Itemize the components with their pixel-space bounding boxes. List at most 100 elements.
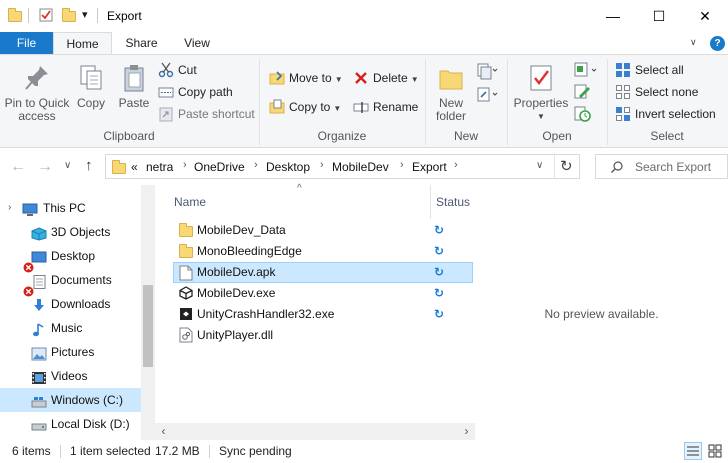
file-row[interactable]: MobileDev.exe ↻ bbox=[173, 283, 473, 304]
tab-view[interactable]: View bbox=[171, 32, 223, 55]
invert-selection-button[interactable]: Invert selection bbox=[615, 104, 716, 124]
forward-button[interactable]: → bbox=[37, 158, 53, 176]
new-folder-qat-icon[interactable] bbox=[62, 8, 76, 22]
nav-item-downloads[interactable]: Downloads bbox=[0, 292, 141, 316]
maximize-button[interactable]: ☐ bbox=[636, 0, 682, 32]
new-folder-button[interactable]: New folder bbox=[430, 59, 472, 123]
nav-label: This PC bbox=[43, 201, 86, 215]
address-dropdown-icon[interactable]: ∨ bbox=[536, 160, 543, 171]
file-name: MobileDev.apk bbox=[197, 265, 276, 279]
select-none-icon bbox=[615, 84, 631, 100]
paste-shortcut-button[interactable]: Paste shortcut bbox=[158, 104, 255, 124]
file-row[interactable]: UnityPlayer.dll bbox=[173, 325, 473, 346]
delete-button[interactable]: Delete ▼ bbox=[353, 68, 419, 88]
back-button[interactable]: ← bbox=[10, 158, 26, 176]
properties-button[interactable]: Properties ▼ bbox=[512, 59, 570, 123]
scroll-right-button[interactable]: › bbox=[458, 423, 475, 440]
breadcrumb-netra[interactable]: netra bbox=[146, 160, 173, 174]
nav-label: Music bbox=[51, 321, 83, 335]
tab-share[interactable]: Share bbox=[112, 32, 171, 55]
title-divider bbox=[97, 8, 98, 23]
copy-to-button[interactable]: Copy to ▼ bbox=[269, 97, 341, 117]
breadcrumb-separator[interactable]: › bbox=[320, 159, 324, 171]
tab-file[interactable]: File bbox=[0, 32, 53, 55]
nav-item-videos[interactable]: Videos bbox=[0, 364, 141, 388]
paste-button[interactable]: Paste bbox=[114, 59, 154, 110]
nav-pane-scrollbar[interactable] bbox=[141, 185, 155, 440]
open-icon[interactable] bbox=[573, 61, 599, 79]
file-row[interactable]: MonoBleedingEdge ↻ bbox=[173, 241, 473, 262]
refresh-icon[interactable]: ↻ bbox=[560, 157, 573, 175]
breadcrumb-desktop[interactable]: Desktop bbox=[266, 160, 310, 174]
breadcrumb-separator[interactable]: › bbox=[454, 159, 458, 171]
history-icon[interactable] bbox=[573, 105, 593, 123]
minimize-button[interactable]: — bbox=[590, 0, 636, 32]
new-folder-icon bbox=[437, 63, 465, 93]
easy-access-icon[interactable] bbox=[476, 85, 498, 105]
copy-path-button[interactable]: Copy path bbox=[158, 82, 233, 102]
address-bar[interactable]: « netra › OneDrive › Desktop › MobileDev… bbox=[105, 154, 580, 179]
file-row-selected[interactable]: MobileDev.apk ↻ bbox=[173, 262, 473, 283]
file-icon bbox=[179, 265, 193, 281]
scroll-left-button[interactable]: ‹ bbox=[155, 423, 172, 440]
copy-button[interactable]: Copy bbox=[72, 59, 110, 110]
large-icons-view-button[interactable] bbox=[706, 442, 724, 460]
qat-dropdown-icon[interactable]: ▾ bbox=[82, 8, 88, 21]
pin-label-line2: access bbox=[18, 109, 56, 123]
nav-item-this-pc[interactable]: › This PC bbox=[0, 196, 141, 220]
ribbon-expand-icon[interactable]: ∨ bbox=[690, 37, 697, 48]
nav-item-documents[interactable]: Documents bbox=[0, 268, 141, 297]
properties-qat-icon[interactable] bbox=[39, 8, 53, 22]
nav-scrollbar-thumb[interactable] bbox=[143, 285, 153, 367]
close-button[interactable]: ✕ bbox=[682, 0, 728, 32]
nav-label: Local Disk (D:) bbox=[51, 417, 130, 431]
breadcrumb-separator[interactable]: › bbox=[400, 159, 404, 171]
copy-to-dropdown-icon: ▼ bbox=[333, 104, 342, 113]
file-row[interactable]: UnityCrashHandler32.exe ↻ bbox=[173, 304, 473, 325]
tab-home[interactable]: Home bbox=[53, 32, 112, 55]
sync-pending-icon: ↻ bbox=[434, 265, 445, 279]
breadcrumb-export[interactable]: Export bbox=[412, 160, 447, 174]
new-item-icon[interactable] bbox=[476, 61, 498, 81]
column-divider[interactable] bbox=[430, 185, 431, 219]
column-header-status[interactable]: Status bbox=[436, 195, 470, 209]
file-row[interactable]: MobileDev_Data ↻ bbox=[173, 220, 473, 241]
move-to-button[interactable]: Move to ▼ bbox=[269, 68, 343, 88]
column-header-name[interactable]: Name bbox=[174, 195, 206, 209]
nav-item-pictures[interactable]: Pictures bbox=[0, 340, 141, 364]
preview-message: No preview available. bbox=[544, 307, 659, 321]
help-icon[interactable]: ? bbox=[710, 36, 725, 51]
search-placeholder: Search Export bbox=[635, 160, 712, 174]
3d-objects-icon bbox=[31, 225, 47, 241]
edit-icon[interactable] bbox=[573, 83, 593, 101]
select-all-button[interactable]: Select all bbox=[615, 60, 684, 80]
rename-label: Rename bbox=[373, 100, 419, 114]
breadcrumb-separator[interactable]: › bbox=[254, 159, 258, 171]
rename-button[interactable]: Rename bbox=[353, 97, 418, 117]
breadcrumb-overflow-icon[interactable]: « bbox=[131, 160, 138, 174]
details-view-button[interactable] bbox=[684, 442, 702, 460]
pin-to-quick-access-button[interactable]: Pin to Quick access bbox=[2, 59, 72, 123]
cut-button[interactable]: Cut bbox=[158, 60, 197, 80]
nav-item-3d-objects[interactable]: 3D Objects bbox=[0, 220, 141, 244]
paste-icon bbox=[120, 63, 148, 93]
sync-pending-icon: ↻ bbox=[434, 286, 445, 300]
search-input[interactable]: Search Export bbox=[595, 154, 728, 179]
recent-locations-dropdown[interactable]: ∨ bbox=[64, 160, 71, 171]
expand-chevron-icon[interactable]: › bbox=[8, 196, 11, 220]
breadcrumb-mobiledev[interactable]: MobileDev bbox=[332, 160, 389, 174]
breadcrumb-onedrive[interactable]: OneDrive bbox=[194, 160, 245, 174]
move-to-icon bbox=[269, 70, 285, 86]
select-none-button[interactable]: Select none bbox=[615, 82, 698, 102]
file-name: MobileDev_Data bbox=[197, 223, 286, 237]
status-divider bbox=[60, 445, 61, 458]
up-button[interactable]: ↑ bbox=[85, 157, 93, 174]
nav-item-windows-c[interactable]: Windows (C:) bbox=[0, 388, 141, 412]
file-list-horizontal-scrollbar[interactable]: ‹ › bbox=[155, 423, 475, 440]
nav-item-desktop[interactable]: Desktop bbox=[0, 244, 141, 273]
open-group-label: Open bbox=[542, 129, 572, 143]
breadcrumb-separator[interactable]: › bbox=[183, 159, 187, 171]
nav-item-local-disk-d[interactable]: Local Disk (D:) bbox=[0, 412, 141, 436]
copy-to-label: Copy to bbox=[289, 100, 331, 114]
nav-item-music[interactable]: Music bbox=[0, 316, 141, 340]
